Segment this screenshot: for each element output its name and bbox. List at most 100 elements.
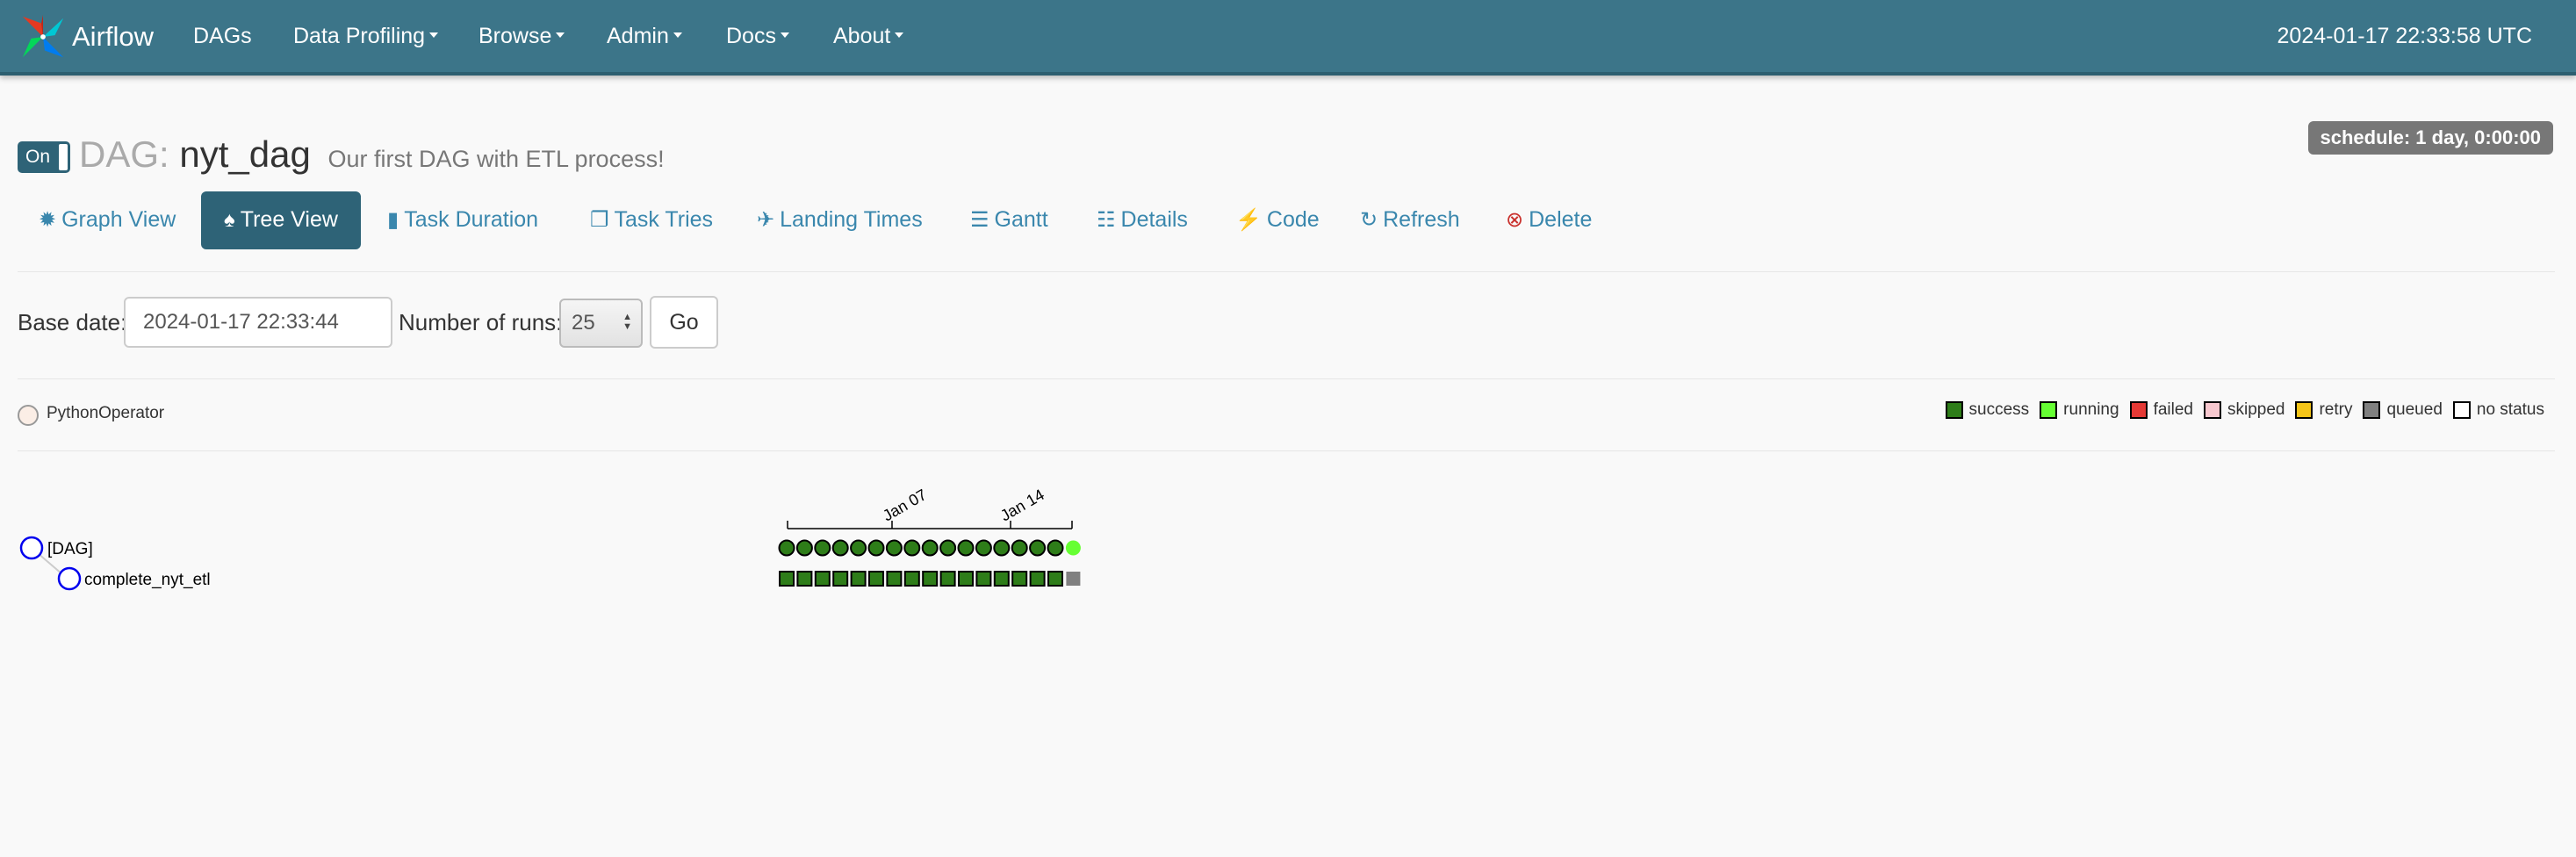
task-instance-success[interactable]: [922, 571, 939, 587]
task-instance-success[interactable]: [939, 571, 956, 587]
dag-run-success[interactable]: [1029, 539, 1047, 557]
dag-pause-toggle[interactable]: On: [18, 141, 70, 173]
tab-refresh[interactable]: ↻ Refresh: [1360, 191, 1460, 249]
tab-details[interactable]: ☷ Details: [1097, 191, 1188, 249]
task-instance-success[interactable]: [903, 571, 920, 587]
nav-docs[interactable]: Docs: [726, 0, 789, 72]
dag-run-success[interactable]: [939, 539, 957, 557]
task-node-icon[interactable]: [57, 566, 82, 591]
utc-clock: 2024-01-17 22:33:58 UTC: [2277, 24, 2532, 48]
pinwheel-logo-icon: [22, 14, 64, 58]
dag-run-success[interactable]: [850, 539, 867, 557]
tab-gantt[interactable]: ☰ Gantt: [970, 191, 1048, 249]
status-legend: success running failed skipped retry que…: [1935, 400, 2544, 420]
dag-run-success[interactable]: [921, 539, 939, 557]
swatch: [2040, 401, 2058, 419]
caret-down-icon: [780, 32, 789, 39]
caret-down-icon: [895, 32, 904, 39]
flash-icon: ⚡: [1235, 208, 1262, 232]
list-icon: ☷: [1097, 208, 1116, 232]
divider: [18, 271, 2555, 272]
divider: [18, 450, 2555, 451]
dag-run-success[interactable]: [831, 539, 849, 557]
tab-tree-view[interactable]: ♠ Tree View: [201, 191, 361, 249]
date-tick-label: Jan 14: [997, 486, 1047, 524]
caret-down-icon: [673, 32, 682, 39]
tab-task-tries[interactable]: ❐ Task Tries: [590, 191, 713, 249]
swatch: [2129, 401, 2148, 419]
dag-run-success[interactable]: [1011, 539, 1028, 557]
nav-about[interactable]: About: [833, 0, 904, 72]
tab-code[interactable]: ⚡ Code: [1235, 191, 1320, 249]
tree-icon: ♠: [224, 208, 235, 232]
schedule-badge: schedule: 1 day, 0:00:00: [2307, 121, 2553, 155]
base-date-label: Base date:: [18, 309, 127, 335]
dag-run-success[interactable]: [1047, 539, 1064, 557]
divider: [18, 378, 2555, 379]
dag-run-success[interactable]: [814, 539, 831, 557]
legend-item-retry: retry: [2295, 400, 2352, 420]
task-node-label: complete_nyt_etl: [84, 571, 211, 589]
duplicate-icon: ❐: [590, 208, 609, 232]
dag-run-success[interactable]: [993, 539, 1011, 557]
select-arrows-icon: ▲ ▼: [622, 312, 632, 332]
legend-item-failed: failed: [2129, 400, 2193, 420]
task-instance-queued[interactable]: [1066, 572, 1081, 586]
dag-node-icon[interactable]: [19, 536, 44, 560]
plane-icon: ✈: [757, 208, 775, 232]
task-instance-success[interactable]: [814, 571, 831, 587]
task-instance-success[interactable]: [1029, 571, 1046, 587]
task-instance-success[interactable]: [868, 571, 884, 587]
task-instance-success[interactable]: [779, 571, 795, 587]
caret-down-icon: [429, 32, 439, 39]
tab-landing-times[interactable]: ✈ Landing Times: [757, 191, 923, 249]
nav-data-profiling[interactable]: Data Profiling: [293, 0, 439, 72]
base-date-input[interactable]: 2024-01-17 22:33:44: [124, 297, 392, 348]
legend-item-queued: queued: [2363, 400, 2443, 420]
swatch: [1945, 401, 1963, 419]
dag-run-success[interactable]: [957, 539, 975, 557]
nav-dags[interactable]: DAGs: [193, 0, 252, 72]
gantt-icon: ☰: [970, 208, 989, 232]
nav-admin[interactable]: Admin: [607, 0, 682, 72]
dag-title: DAG: nyt_dag Our first DAG with ETL proc…: [79, 133, 665, 176]
legend-item-skipped: skipped: [2203, 400, 2285, 420]
dag-run-row: [778, 539, 1081, 557]
dag-run-success[interactable]: [975, 539, 992, 557]
airflow-logo-link[interactable]: Airflow: [18, 11, 154, 63]
brand-name: Airflow: [72, 21, 155, 52]
dag-run-success[interactable]: [885, 539, 903, 557]
task-instance-success[interactable]: [796, 571, 813, 587]
toggle-knob: [59, 144, 68, 170]
dag-name: nyt_dag: [179, 133, 311, 175]
swatch: [2363, 401, 2381, 419]
tab-graph-view[interactable]: ✹ Graph View: [39, 191, 176, 249]
dag-run-success[interactable]: [867, 539, 885, 557]
task-instance-success[interactable]: [832, 571, 849, 587]
bar-chart-icon: ▮: [387, 208, 399, 232]
task-instance-success[interactable]: [1047, 571, 1063, 587]
dag-run-success[interactable]: [778, 539, 795, 557]
tab-task-duration[interactable]: ▮ Task Duration: [387, 191, 538, 249]
date-tick-label: Jan 07: [880, 486, 930, 524]
task-instance-success[interactable]: [958, 571, 974, 587]
num-runs-select[interactable]: 25 ▲ ▼: [559, 299, 643, 348]
tab-delete[interactable]: ⊗ Delete: [1506, 191, 1592, 249]
refresh-icon: ↻: [1360, 208, 1378, 232]
dag-run-running[interactable]: [1065, 540, 1081, 556]
task-instance-row: [779, 571, 1081, 587]
num-runs-value: 25: [572, 311, 595, 335]
task-instance-success[interactable]: [975, 571, 992, 587]
num-runs-label: Number of runs:: [399, 309, 563, 335]
dag-run-success[interactable]: [903, 539, 921, 557]
go-button[interactable]: Go: [650, 296, 718, 349]
toggle-label: On: [25, 147, 51, 167]
task-instance-success[interactable]: [850, 571, 867, 587]
swatch: [2452, 401, 2471, 419]
task-instance-success[interactable]: [886, 571, 903, 587]
task-instance-success[interactable]: [1011, 571, 1028, 587]
asterisk-icon: ✹: [39, 208, 57, 232]
task-instance-success[interactable]: [993, 571, 1010, 587]
dag-run-success[interactable]: [795, 539, 813, 557]
nav-browse[interactable]: Browse: [479, 0, 565, 72]
